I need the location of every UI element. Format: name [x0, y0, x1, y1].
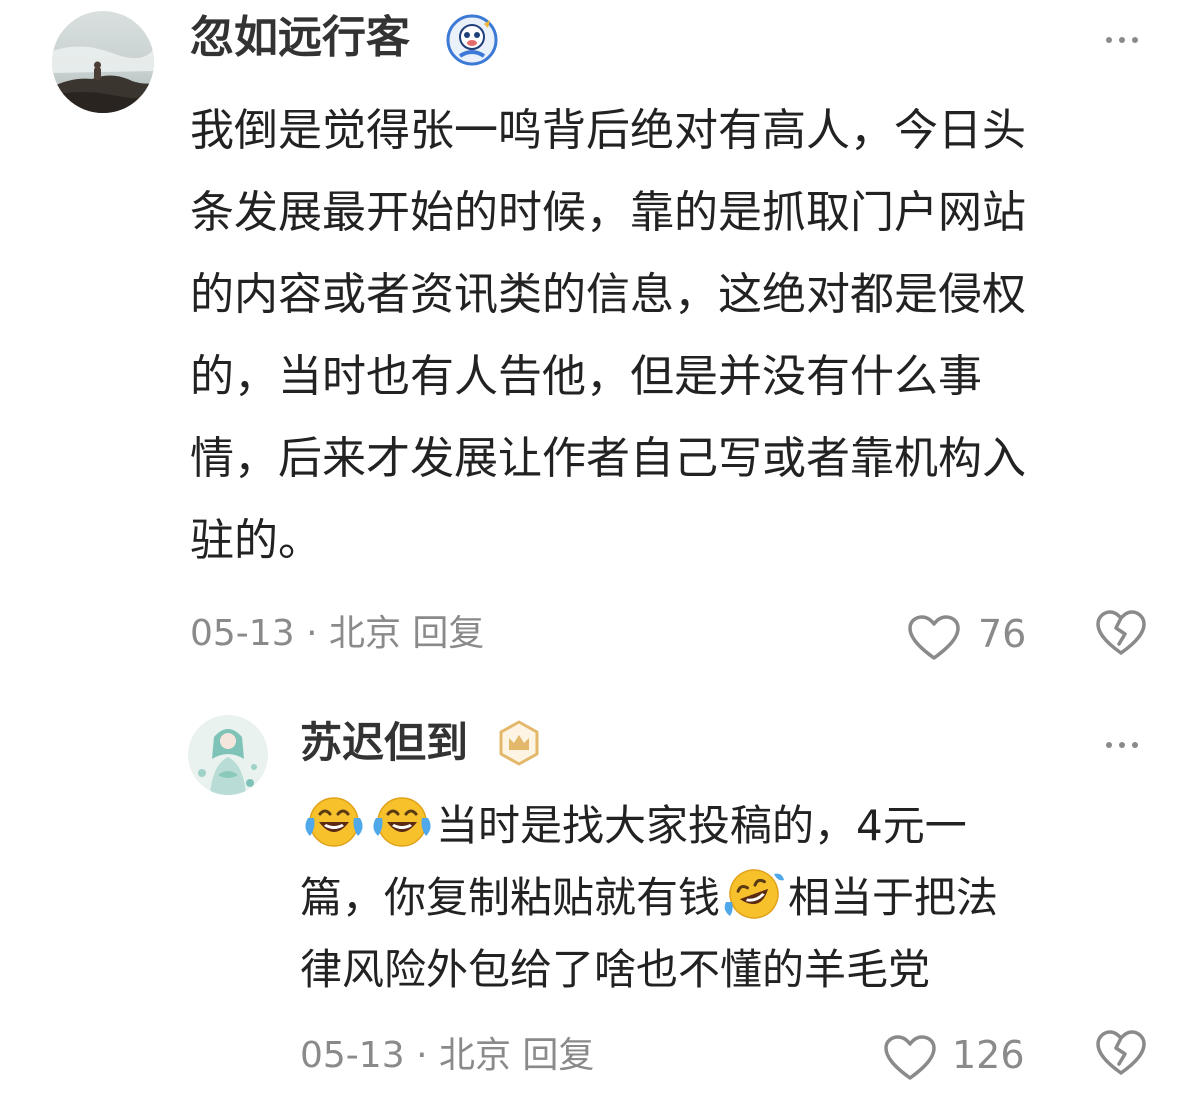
comment-text-line: 的内容或者资讯类的信息，这绝对都是侵权 [190, 269, 1026, 320]
rolling-on-floor-laughing-emoji [720, 864, 788, 944]
like-button[interactable]: 126 [882, 1030, 1032, 1080]
comment-text-segment: 当时是找大家投稿的，4元一 [436, 801, 967, 850]
gold-crown-badge-icon [496, 720, 542, 770]
comment-text-line: 驻的。 [190, 515, 322, 566]
comment-date: 05-13 [190, 613, 295, 654]
like-count: 76 [978, 612, 1027, 656]
laughing-crying-emoji [300, 792, 368, 872]
comment-text: 当时是找大家投稿的，4元一 篇，你复制粘贴就有钱 相当于把法 律风险外包给了啥也… [300, 790, 1160, 1010]
heart-icon [908, 615, 960, 660]
laughing-crying-emoji [368, 792, 436, 872]
like-count: 126 [952, 1033, 1025, 1077]
comment-text: 我倒是觉得张一鸣背后绝对有高人，今日头 条发展最开始的时候，靠的是抓取门户网站 … [190, 90, 1150, 590]
comment-text-line: 条发展最开始的时候，靠的是抓取门户网站 [190, 187, 1026, 238]
username[interactable]: 苏迟但到 [300, 716, 468, 770]
user-avatar[interactable] [52, 11, 154, 113]
meta-separator: · [306, 613, 329, 654]
more-options-icon[interactable] [1102, 33, 1142, 45]
username[interactable]: 忽如远行客 [190, 10, 410, 66]
comment-text-line: 我倒是觉得张一鸣背后绝对有高人，今日头 [190, 105, 1026, 156]
broken-heart-icon[interactable] [1094, 606, 1148, 664]
comment-location: 北京 [328, 613, 401, 654]
broken-heart-icon[interactable] [1094, 1026, 1148, 1084]
comment-text-line: 的，当时也有人告他，但是并没有什么事 [190, 351, 982, 402]
like-button[interactable]: 76 [906, 610, 1036, 660]
comment-meta: 05-13 · 北京 回复 [300, 1032, 594, 1080]
comment-text-segment: 篇，你复制粘贴就有钱 [300, 873, 721, 922]
comment-text-line: 当时是找大家投稿的，4元一 [300, 790, 967, 862]
comment-text-line: 情，后来才发展让作者自己写或者靠机构入 [190, 433, 1026, 484]
comment-text-segment: 相当于把法 [788, 873, 999, 922]
meta-separator: · [416, 1035, 439, 1076]
comment-date: 05-13 [300, 1035, 405, 1076]
user-avatar[interactable] [188, 715, 268, 795]
more-options-icon[interactable] [1102, 738, 1142, 750]
cartoon-mascot-badge-icon [446, 14, 498, 70]
comment-text-line: 篇，你复制粘贴就有钱 相当于把法 [300, 862, 998, 934]
reply-button[interactable]: 回复 [522, 1035, 594, 1076]
reply-button[interactable]: 回复 [412, 613, 484, 654]
heart-icon [884, 1035, 936, 1080]
comment-location: 北京 [438, 1035, 511, 1076]
comment-text-line: 律风险外包给了啥也不懂的羊毛党 [300, 945, 931, 994]
comment-meta: 05-13 · 北京 回复 [190, 610, 484, 658]
